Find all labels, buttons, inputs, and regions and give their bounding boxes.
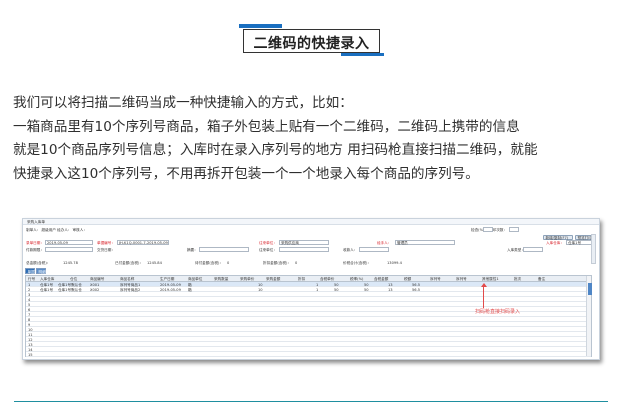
header-row-2: 录单日期： 2019-05-09 单据编号： JH-K1Q-0001-7-201… — [23, 240, 599, 246]
amount-value: 1245.78 — [63, 260, 78, 265]
supplier-label: 往来单位： — [259, 240, 277, 245]
creator-info: 制单人： 超级用户 经办人： 审核人： — [26, 227, 87, 232]
column-header[interactable]: 商品单位 — [188, 277, 202, 282]
software-screenshot: 采购入库单 制单人： 超级用户 经办人： 审核人： 检查(%)： 打印次数： 新… — [22, 218, 600, 360]
detail-grid: 行号 入库仓库 仓位 商品编号 商品名称 生产日期 商品单位 采购数量 采购单价… — [25, 275, 592, 357]
payment-term-input[interactable] — [45, 247, 93, 252]
payment-term-label: 付款期限： — [26, 247, 44, 252]
annotation-arrow-head-icon — [480, 283, 487, 287]
window-titlebar: 采购入库单 — [23, 219, 599, 225]
paragraph-line: 就是10个商品序列号信息；入库时在录入序列号的地方 用扫码枪直接扫描二维码，就能 — [13, 142, 538, 158]
column-header[interactable]: 采购数量 — [214, 277, 228, 282]
column-header[interactable]: 商品编号 — [90, 277, 104, 282]
column-header[interactable]: 税额 — [404, 277, 411, 282]
column-header[interactable]: 其他属性1 — [482, 277, 499, 282]
date-input[interactable]: 2019-05-09 — [45, 240, 93, 245]
column-header[interactable]: 税率(%) — [350, 277, 363, 282]
column-header[interactable]: 备注 — [538, 277, 545, 282]
title-text: 二维码的快捷录入 — [253, 36, 370, 52]
order-label: 单据编号： — [97, 240, 115, 245]
column-header[interactable]: 折扣 — [298, 277, 305, 282]
print-count-input[interactable] — [509, 227, 519, 232]
contact-label: 往来单位： — [259, 247, 277, 252]
title-accent-bottom — [341, 53, 384, 56]
amount-label: 总金额(含税)： — [26, 260, 51, 265]
contact-input[interactable] — [279, 247, 329, 252]
payee-label: 收款人： — [343, 247, 358, 252]
body-paragraph: 我们可以将扫描二维码当成一种快捷输入的方式，比如： 一箱商品里有10个序列号商品… — [13, 92, 613, 186]
column-header[interactable]: 仓位 — [70, 277, 77, 282]
date-label: 录单日期： — [26, 240, 44, 245]
order-input[interactable]: JH-K1Q-0001-7-2019-05-09 — [117, 240, 169, 245]
pending-label: 待付金额(含税)： — [195, 260, 223, 265]
table-row[interactable]: 15 — [26, 352, 591, 357]
paid-value: 1245.84 — [147, 260, 162, 265]
warehouse-label: 入库仓库： — [546, 240, 564, 245]
payee-input[interactable] — [359, 247, 389, 252]
check-input[interactable] — [483, 227, 493, 232]
title-accent-top — [239, 24, 282, 28]
summary-label: 摘要： — [187, 247, 198, 252]
paragraph-line: 一箱商品里有10个序列号商品，箱子外包装上贴有一个二维码，二维码上携带的信息 — [13, 118, 520, 135]
total-value: 13099.4 — [387, 260, 402, 265]
stock-type-input[interactable] — [523, 247, 543, 252]
window-title: 采购入库单 — [27, 219, 45, 224]
handler-input[interactable]: 管理员 — [395, 240, 455, 245]
column-header[interactable]: 序列号 — [430, 277, 441, 282]
bottom-divider — [14, 401, 608, 402]
column-header[interactable]: 采购单价 — [240, 277, 254, 282]
paid-label: 已付金额(含税)： — [115, 260, 143, 265]
paragraph-line: 我们可以将扫描二维码当成一种快捷输入的方式，比如： — [13, 95, 353, 111]
annotation-arrow-shaft — [483, 286, 484, 308]
column-header[interactable]: 商品名称 — [120, 277, 134, 282]
annotation-label: 扫码枪直接扫码录入 — [475, 309, 521, 315]
header-row-3: 付款期限： 交货日期： 摘要： 往来单位： 收款人： 入库类型： — [23, 247, 599, 253]
title-box: 二维码的快捷录入 — [243, 29, 380, 53]
column-header[interactable]: 序列号 — [456, 277, 467, 282]
grid-scrollbar[interactable] — [586, 276, 592, 356]
rebate-label: 折扣金额(含税)： — [263, 260, 291, 265]
side-toolbar[interactable] — [591, 234, 596, 264]
summary-input[interactable] — [199, 247, 249, 252]
total-label: 价税合计(含税)： — [343, 260, 371, 265]
column-header[interactable]: 入库仓库 — [40, 277, 54, 282]
column-header[interactable]: 批次 — [514, 277, 521, 282]
column-header[interactable]: 生产日期 — [160, 277, 174, 282]
handler-label: 经手人： — [377, 240, 392, 245]
column-header[interactable]: 采购金额 — [266, 277, 280, 282]
tab-document[interactable]: 单据 — [25, 268, 35, 274]
supplier-input[interactable]: 采购供应商 — [279, 240, 329, 245]
tab-detail[interactable]: 明细 — [36, 268, 46, 274]
scrollbar-thumb[interactable] — [587, 283, 592, 295]
delivery-date-label: 交货日期： — [97, 247, 115, 252]
section-title: 二维码的快捷录入 — [239, 24, 384, 56]
header-row-4: 总金额(含税)： 1245.78 已付金额(含税)： 1245.84 待付金额(… — [23, 260, 599, 266]
pending-value: 0 — [227, 260, 230, 265]
column-header[interactable]: 行号 — [28, 277, 35, 282]
paragraph-line: 快捷录入这10个序列号，不用再拆开包装一个一个地录入每个商品的序列号。 — [13, 165, 479, 182]
column-header[interactable]: 含税单价 — [320, 277, 334, 282]
rebate-value: 0 — [295, 260, 298, 265]
warehouse-input[interactable]: 仓库1号 — [566, 240, 594, 245]
column-header[interactable]: 含税金额 — [374, 277, 388, 282]
header-row-1: 制单人： 超级用户 经办人： 审核人： 检查(%)： 打印次数： 新增/复制(F… — [23, 227, 599, 240]
